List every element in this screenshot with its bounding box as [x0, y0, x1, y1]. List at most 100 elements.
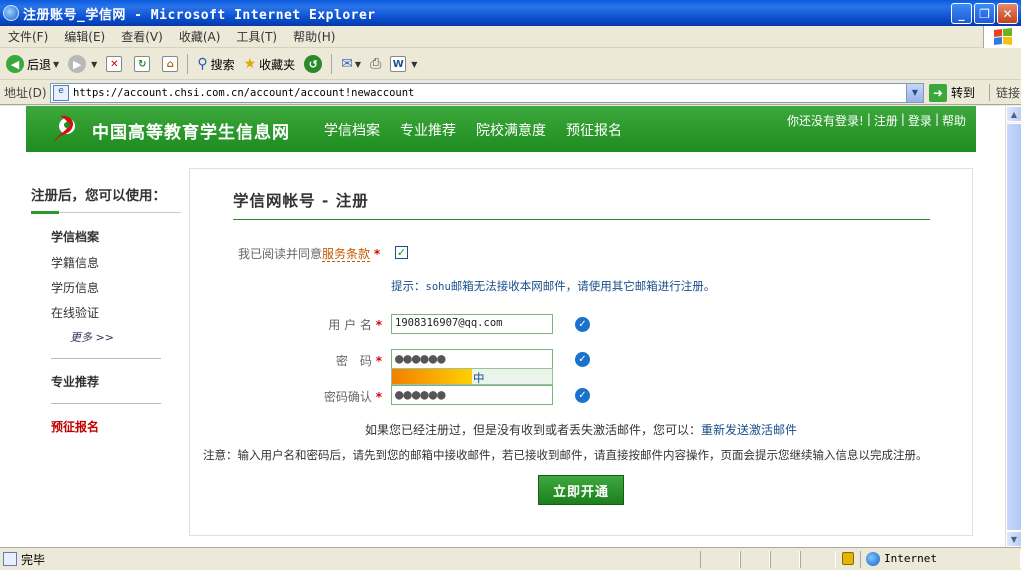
sidebar: 注册后，您可以使用： 学信档案 学籍信息 学历信息 在线验证 更多 >> 专业推… — [26, 168, 186, 538]
print-button[interactable]: ⎙ — [367, 52, 384, 76]
word-icon: W — [390, 56, 407, 72]
agree-row: 我已阅读并同意服务条款 * — [238, 245, 380, 262]
links-button[interactable]: 链接 — [989, 84, 1020, 101]
menu-edit[interactable]: 编辑(E) — [64, 28, 105, 45]
search-button[interactable]: ⚲ 搜索 — [194, 52, 237, 76]
required-mark: * — [373, 247, 381, 261]
history-button[interactable]: ↺ — [301, 52, 328, 76]
title-underline — [233, 219, 930, 220]
nav-xuexin-archive[interactable]: 学信档案 — [324, 120, 380, 140]
nav-pre-enlistment[interactable]: 预征报名 — [566, 120, 622, 140]
favorites-button[interactable]: ★ 收藏夹 — [241, 52, 299, 76]
back-button[interactable]: ◀ 后退 ▼ — [3, 52, 62, 76]
edit-button[interactable]: W ▼ — [387, 52, 420, 76]
menu-tools[interactable]: 工具(T) — [236, 28, 277, 45]
scroll-up-icon[interactable]: ▲ — [1006, 106, 1021, 122]
resend-text: 如果您已经注册过，但是没有收到或者丢失激活邮件，您可以： — [365, 423, 702, 437]
username-field[interactable]: 1908316907@qq.com — [391, 314, 553, 334]
mail-dropdown-icon[interactable]: ▼ — [355, 60, 361, 69]
resend-row: 如果您已经注册过，但是没有收到或者丢失激活邮件，您可以：重新发送激活邮件 — [365, 421, 797, 438]
maximize-button[interactable]: ❐ — [974, 3, 995, 24]
menu-view[interactable]: 查看(V) — [121, 28, 163, 45]
sidebar-section-major[interactable]: 专业推荐 — [51, 373, 99, 390]
sidebar-divider — [51, 358, 161, 359]
tip-sohu: sohu — [425, 281, 451, 293]
address-label: 地址(D) — [4, 86, 47, 100]
address-input[interactable]: e https://account.chsi.com.cn/account/ac… — [50, 82, 924, 103]
page-done-icon — [3, 552, 17, 566]
menu-favorites[interactable]: 收藏(A) — [179, 28, 221, 45]
status-text: 完毕 — [21, 552, 46, 567]
back-label: 后退 — [27, 57, 52, 72]
strength-fill — [392, 369, 472, 384]
site-header: 中国高等教育学生信息网 学信档案 专业推荐 院校满意度 预征报名 你还没有登录!… — [26, 106, 976, 152]
site-nav: 学信档案 专业推荐 院校满意度 预征报名 — [324, 120, 642, 140]
sidebar-item-enrollment[interactable]: 学籍信息 — [51, 254, 99, 271]
password-label: 密 码 — [335, 354, 372, 368]
toolbar-divider — [187, 54, 189, 74]
address-url[interactable]: https://account.chsi.com.cn/account/acco… — [73, 87, 414, 99]
check-icon: ✓ — [396, 246, 407, 259]
star-icon: ★ — [243, 56, 257, 72]
required-mark: * — [375, 318, 382, 332]
password-field[interactable]: ●●●●●● — [391, 349, 553, 369]
sidebar-section-archive[interactable]: 学信档案 — [51, 228, 99, 245]
password-row-label: 密 码 * — [322, 352, 382, 369]
confirm-label: 密码确认 — [323, 390, 372, 404]
nav-school-satisfaction[interactable]: 院校满意度 — [476, 120, 546, 140]
confirm-password-field[interactable]: ●●●●●● — [391, 385, 553, 405]
close-button[interactable]: ✕ — [997, 3, 1018, 24]
address-dropdown-icon[interactable]: ▼ — [906, 83, 923, 102]
tip-prefix: 提示： — [391, 279, 426, 293]
sidebar-section-enlist[interactable]: 预征报名 — [51, 418, 99, 435]
scroll-down-icon[interactable]: ▼ — [1006, 531, 1021, 547]
confirm-row-label: 密码确认 * — [322, 388, 382, 405]
lock-icon — [842, 552, 854, 565]
menu-file[interactable]: 文件(F) — [8, 28, 48, 45]
tip-text: 邮箱无法接收本网邮件，请使用其它邮箱进行注册。 — [450, 279, 716, 293]
sidebar-more-link[interactable]: 更多 >> — [70, 329, 114, 345]
address-bar: 地址(D) e https://account.chsi.com.cn/acco… — [0, 81, 1021, 105]
vertical-scrollbar[interactable]: ▲ ▼ — [1005, 106, 1021, 547]
status-cell — [800, 551, 836, 568]
window-titlebar: 注册账号_学信网 - Microsoft Internet Explorer _… — [0, 0, 1021, 26]
menu-help[interactable]: 帮助(H) — [293, 28, 335, 45]
stop-button[interactable]: ✕ — [103, 52, 128, 76]
history-icon: ↺ — [304, 55, 323, 73]
agree-checkbox[interactable]: ✓ — [395, 246, 408, 259]
top-links: 你还没有登录! | 注册 | 登录 | 帮助 — [787, 112, 966, 129]
nav-major-recommend[interactable]: 专业推荐 — [400, 120, 456, 140]
status-cell — [740, 551, 770, 568]
sidebar-item-degree[interactable]: 学历信息 — [51, 279, 99, 296]
mail-button[interactable]: ✉ ▼ — [338, 52, 364, 76]
resend-activation-link[interactable]: 重新发送激活邮件 — [701, 423, 797, 437]
register-link[interactable]: 注册 — [874, 112, 898, 129]
page-title: 学信网帐号 - 注册 — [233, 192, 369, 210]
site-logo-icon — [54, 115, 75, 142]
login-link[interactable]: 登录 — [908, 112, 932, 129]
go-arrow-icon: ➜ — [929, 83, 947, 102]
forward-button[interactable]: ▶ ▼ — [65, 52, 100, 76]
registration-note: 注意：输入用户名和密码后，请先到您的邮箱中接收邮件，若已接收到邮件，请直接按邮件… — [203, 448, 928, 462]
back-dropdown-icon[interactable]: ▼ — [53, 60, 59, 69]
terms-link[interactable]: 服务条款 — [322, 247, 371, 262]
agree-label: 我已阅读并同意 — [238, 247, 323, 261]
submit-button[interactable]: 立即开通 — [538, 475, 624, 505]
site-name[interactable]: 中国高等教育学生信息网 — [92, 118, 290, 143]
home-button[interactable]: ⌂ — [159, 52, 184, 76]
window-title: 注册账号_学信网 - Microsoft Internet Explorer — [23, 7, 376, 23]
password-strength-meter: 中 — [391, 368, 553, 385]
forward-dropdown-icon[interactable]: ▼ — [91, 60, 97, 69]
scroll-thumb[interactable] — [1006, 123, 1021, 531]
refresh-button[interactable]: ↻ — [131, 52, 156, 76]
required-mark: * — [375, 390, 382, 404]
minimize-button[interactable]: _ — [951, 3, 972, 24]
status-bar: 完毕 Internet — [0, 547, 1021, 570]
login-status: 你还没有登录! — [787, 114, 864, 128]
sidebar-item-verify[interactable]: 在线验证 — [51, 304, 99, 321]
separator: | — [900, 112, 905, 126]
go-button[interactable]: ➜ 转到 — [929, 83, 975, 102]
edit-dropdown-icon[interactable]: ▼ — [411, 60, 417, 69]
page-icon: e — [53, 84, 69, 101]
help-link[interactable]: 帮助 — [942, 112, 966, 129]
